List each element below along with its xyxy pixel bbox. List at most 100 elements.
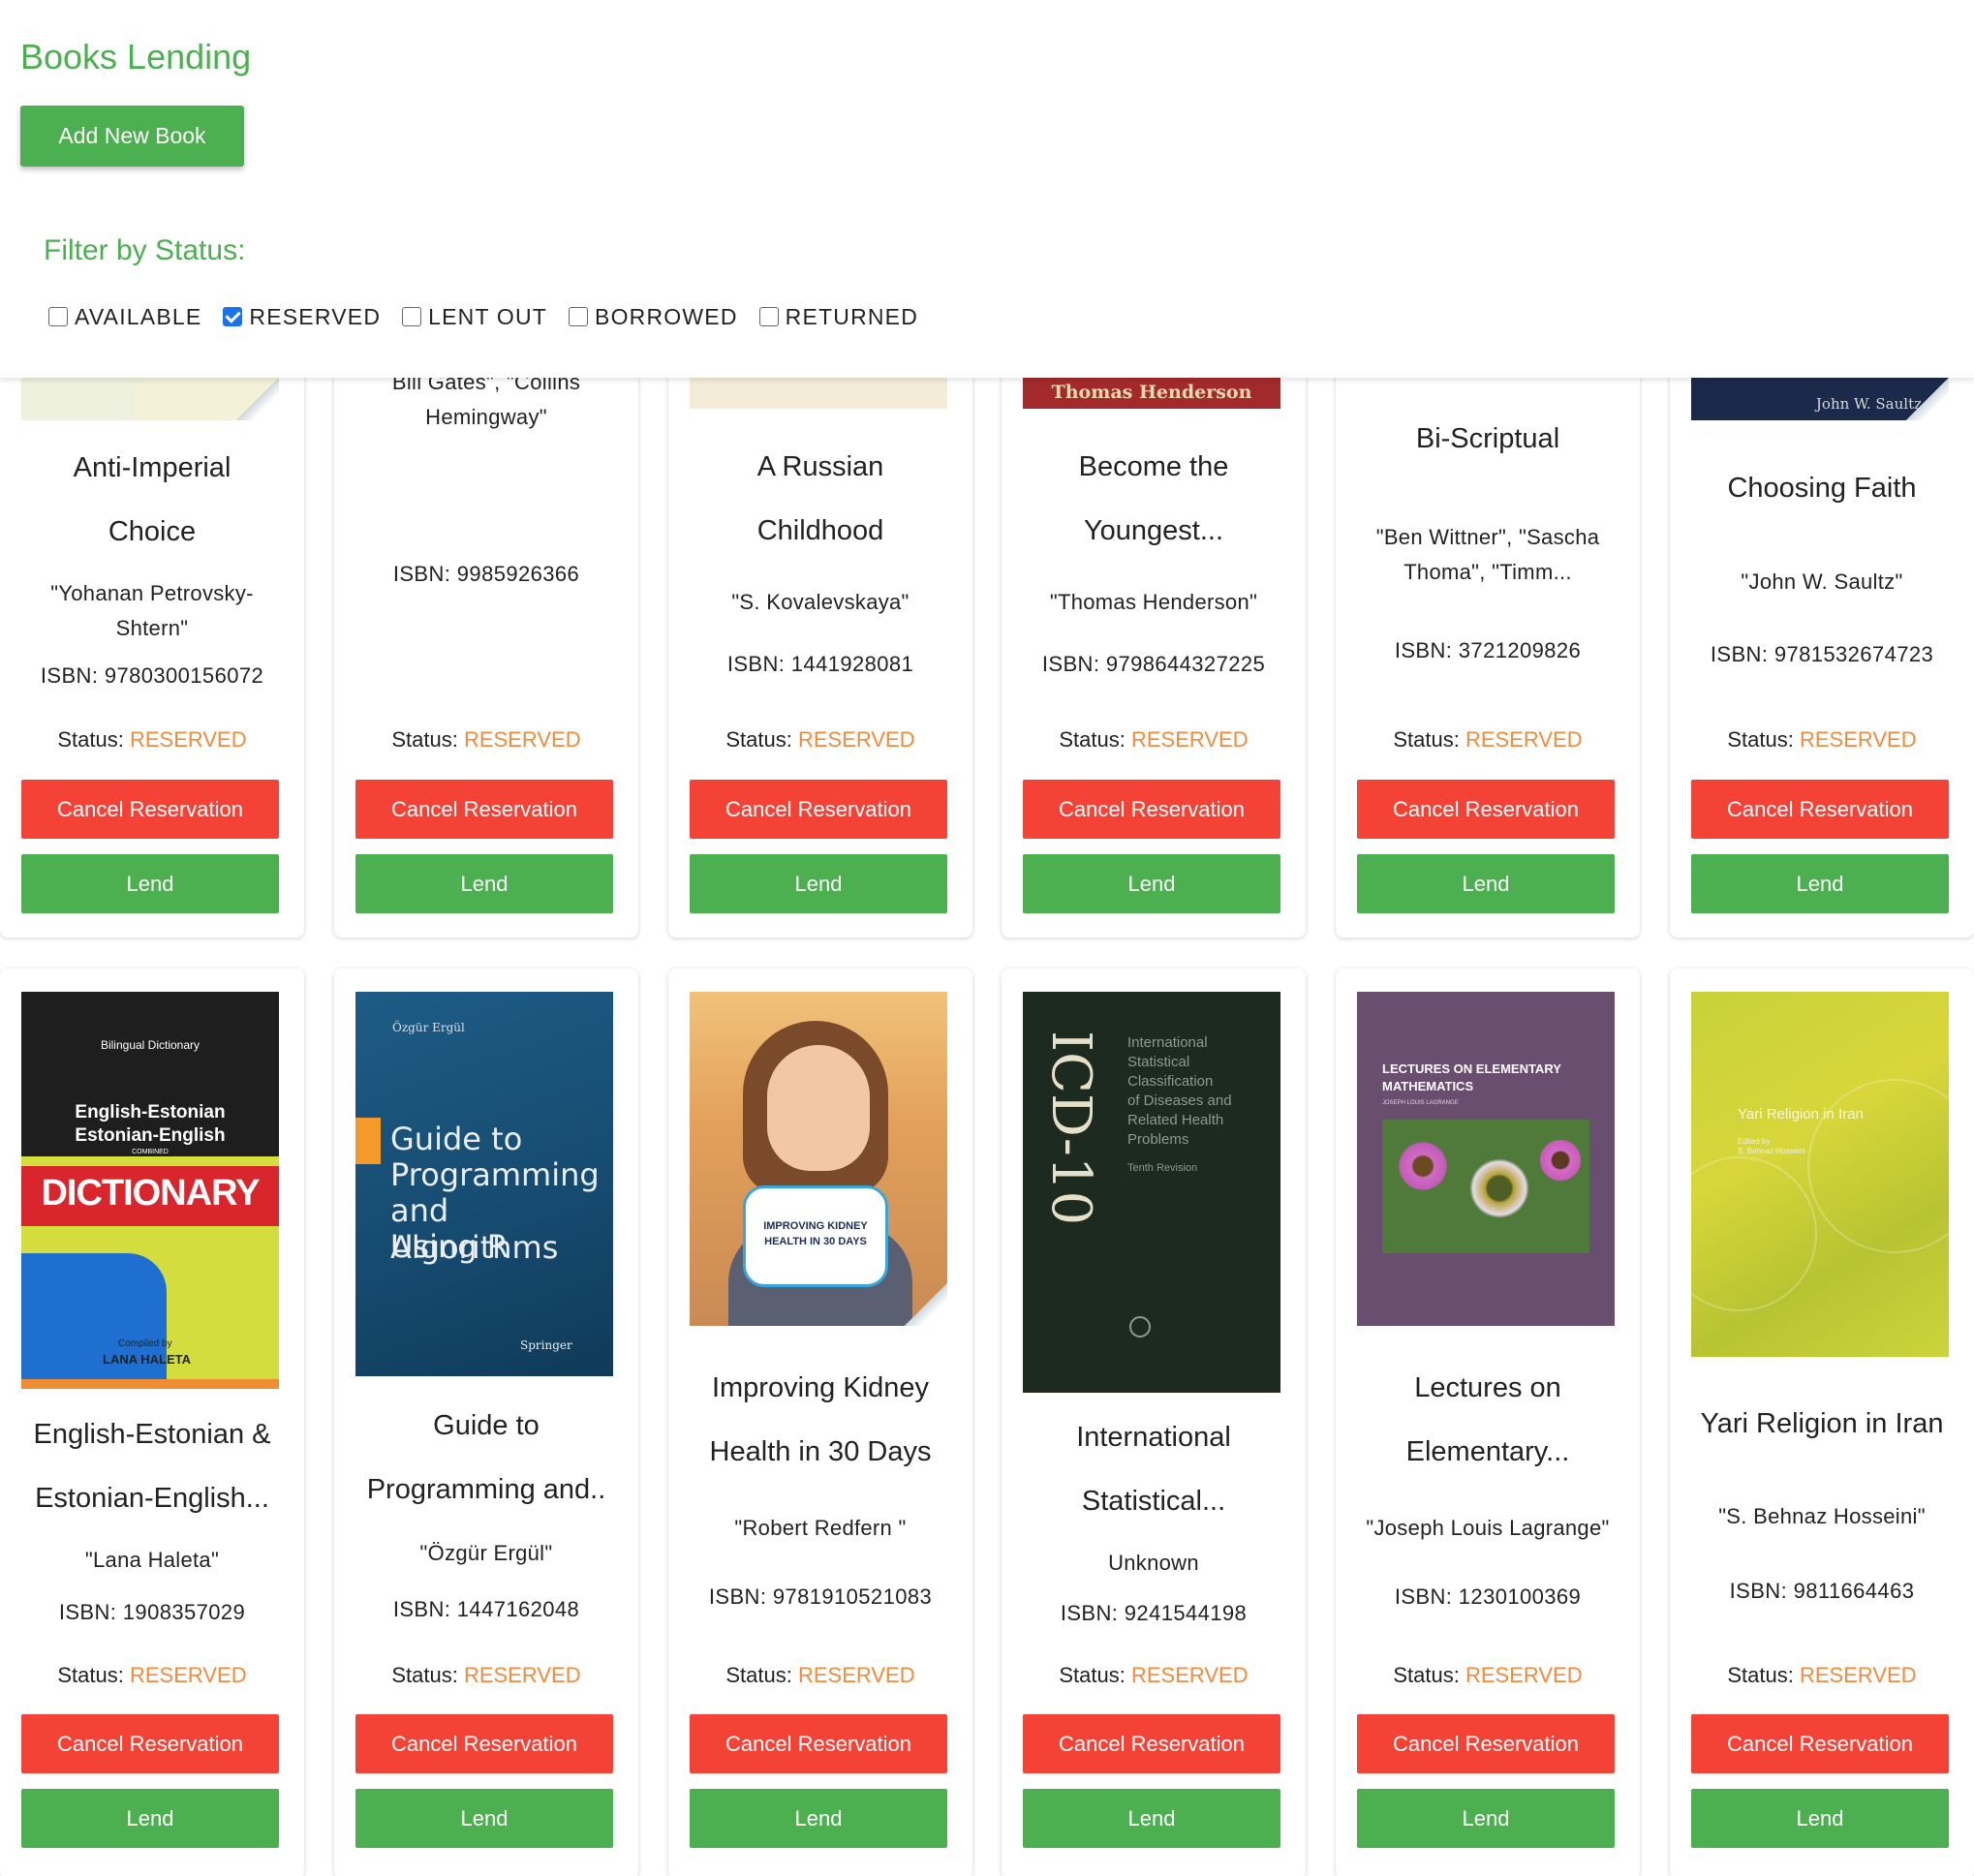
cancel-reservation-button[interactable]: Cancel Reservation [1357,1714,1615,1773]
book-author-line: Thoma", "Timm... [1403,560,1572,584]
book-title-line: A Russian [756,451,884,482]
book-isbn: ISBN: 1441928081 [726,652,914,676]
book-title-line: Childhood [756,515,884,546]
cancel-reservation-button[interactable]: Cancel Reservation [21,780,279,839]
filter-borrowed[interactable]: BORROWED [569,304,738,330]
lend-button[interactable]: Lend [355,1789,613,1848]
lend-button[interactable]: Lend [1023,854,1280,913]
book-title-line: Youngest... [1083,515,1224,546]
book-cover: ICD-10 International Statistical Classif… [1023,992,1280,1393]
filter-reserved[interactable]: RESERVED [223,304,381,330]
status-label: Status: [391,1663,458,1687]
book-cover: LECTURES ON ELEMENTARY MATHEMATICS JOSEP… [1357,992,1615,1326]
filter-returned[interactable]: RETURNED [758,303,919,330]
cover-title-line: Estonian-English [75,1125,226,1146]
cover-badge-text: HEALTH IN 30 DAYS [764,1236,867,1247]
book-isbn: ISBN: 9811664463 [1729,1579,1915,1603]
filter-lent-out[interactable]: LENT OUT [402,304,547,330]
cancel-reservation-button[interactable]: Cancel Reservation [1023,1714,1280,1773]
cover-title-line: Guide to [390,1121,523,1157]
cover-title-line: Using R [390,1228,509,1265]
lend-button[interactable]: Lend [1023,1789,1280,1848]
filter-borrowed-checkbox[interactable] [569,307,589,326]
filter-returned-checkbox[interactable] [758,307,779,326]
cover-title-line: of Diseases and [1127,1092,1232,1109]
lend-button[interactable]: Lend [21,854,279,913]
cancel-reservation-button[interactable]: Cancel Reservation [690,1714,947,1773]
book-title-line: International [1076,1422,1231,1453]
book-status: Status: RESERVED [1670,727,1974,753]
filter-reserved-label: RESERVED [249,303,382,329]
book-card: ICD-10 International Statistical Classif… [1002,969,1306,1876]
status-badge: RESERVED [797,727,915,752]
status-badge: RESERVED [129,1663,247,1687]
book-author-line: "Lana Haleta" [84,1548,220,1572]
book-isbn: ISBN: 9781532674723 [1710,642,1934,666]
book-author-line: "Joseph Louis Lagrange" [1366,1516,1610,1540]
book-status: Status: RESERVED [334,727,638,753]
book-card: Özgür Ergül Guide to Programming and Alg… [334,969,638,1876]
lend-button[interactable]: Lend [355,854,613,913]
book-author: "John W. Saultz" [1683,565,1960,600]
filter-returned-label: RETURNED [785,303,919,329]
lend-button[interactable]: Lend [690,1789,947,1848]
book-card: LECTURES ON ELEMENTARY MATHEMATICS JOSEP… [1336,969,1640,1876]
lend-button[interactable]: Lend [21,1789,279,1848]
cover-title-line: English-Estonian [75,1102,226,1123]
book-status: Status: RESERVED [0,727,304,753]
cancel-reservation-button[interactable]: Cancel Reservation [690,780,947,839]
cancel-reservation-button[interactable]: Cancel Reservation [355,780,613,839]
cancel-reservation-button[interactable]: Cancel Reservation [1691,780,1949,839]
header: Books Lending Add New Book Filter by Sta… [0,0,1974,378]
book-title-line: Lectures on [1414,1372,1561,1403]
filter-lent-out-checkbox[interactable] [402,307,422,326]
lend-button[interactable]: Lend [690,854,947,913]
book-cover: Yari Religion in Iran Edited by S. Behna… [1691,992,1949,1357]
book-cover: Özgür Ergül Guide to Programming and Alg… [355,992,613,1376]
cover-editor-text: S. Behnaz Hosseini [1738,1147,1805,1155]
book-isbn: ISBN: 9985926366 [392,562,580,586]
book-title: Lectures on Elementary... [1343,1356,1632,1484]
filter-available[interactable]: AVAILABLE [48,304,201,330]
cover-series-text: Bilingual Dictionary [100,1038,200,1052]
cover-edited-text: Edited by [1738,1137,1771,1146]
lend-button[interactable]: Lend [1691,1789,1949,1848]
cancel-reservation-button[interactable]: Cancel Reservation [21,1714,279,1773]
filter-reserved-checkbox[interactable] [223,307,243,326]
book-author: Unknown [1015,1546,1292,1581]
status-badge: RESERVED [1130,727,1249,752]
book-title-line: Choice [108,516,197,547]
book-title: Guide to Programming and.. [342,1394,631,1522]
status-badge: RESERVED [1130,1663,1249,1687]
lend-button[interactable]: Lend [1357,1789,1615,1848]
status-label: Status: [1393,727,1460,752]
book-title: Yari Religion in Iran [1678,1392,1966,1456]
cover-title-line: Programming [390,1156,600,1193]
book-title-line: Guide to [433,1410,540,1441]
book-title-line: Bi-Scriptual [1415,423,1560,454]
cancel-reservation-button[interactable]: Cancel Reservation [1357,780,1615,839]
cancel-reservation-button[interactable]: Cancel Reservation [1691,1714,1949,1773]
book-author: "Joseph Louis Lagrange" [1349,1511,1626,1546]
book-card: Bilingual Dictionary English-Estonian Es… [0,969,304,1876]
book-isbn: ISBN: 9798644327225 [1041,652,1266,676]
cancel-reservation-button[interactable]: Cancel Reservation [355,1714,613,1773]
book-title: A Russian Childhood [676,435,965,563]
book-author: "Ben Wittner", "Sascha Thoma", "Timm... [1349,520,1626,590]
book-isbn: ISBN: 1447162048 [392,1597,580,1621]
book-title: Anti-Imperial Choice [8,436,296,564]
book-title-line: English-Estonian & [33,1419,271,1450]
book-author-line: "Yohanan Petrovsky- [50,581,254,605]
status-label: Status: [57,1663,124,1687]
lend-button[interactable]: Lend [1691,854,1949,913]
book-author-line: Shtern" [115,616,189,640]
book-status: Status: RESERVED [1670,1663,1974,1688]
lend-button[interactable]: Lend [1357,854,1615,913]
add-new-book-button[interactable]: Add New Book [20,106,244,167]
cancel-reservation-button[interactable]: Cancel Reservation [1023,780,1280,839]
cover-title-line: LECTURES ON ELEMENTARY [1382,1061,1561,1076]
book-author: "Özgür Ergül" [348,1536,625,1571]
filter-available-checkbox[interactable] [48,307,68,326]
book-author-line: "Thomas Henderson" [1049,590,1258,614]
status-badge: RESERVED [1465,1663,1583,1687]
